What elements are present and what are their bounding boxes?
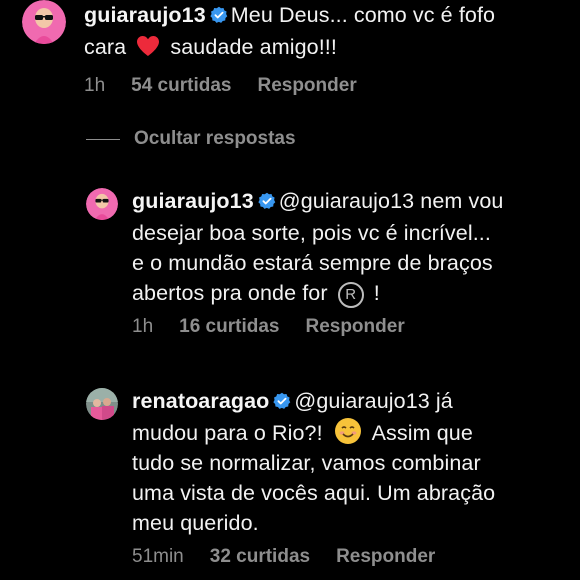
- heart-emoji-icon: [136, 35, 160, 65]
- hide-replies-label[interactable]: Ocultar respostas: [134, 128, 296, 150]
- reply-button[interactable]: Responder: [336, 546, 435, 568]
- reply-time: 1h: [132, 316, 154, 337]
- reply-text: nem vou: [420, 189, 504, 213]
- comment-text: saudade amigo!!!: [170, 35, 337, 59]
- verified-badge-icon: [210, 2, 228, 32]
- reply-text: Assim que: [371, 421, 473, 445]
- reply-text: e o mundão estará sempre de braços: [132, 251, 493, 275]
- reply-text: mudou para o Rio?!: [132, 421, 323, 445]
- hide-replies-toggle[interactable]: Ocultar respostas: [86, 128, 296, 150]
- reply-text: uma vista de vocês aqui. Um abração: [132, 481, 496, 505]
- reply-button[interactable]: Responder: [305, 316, 404, 338]
- reply-text: desejar boa sorte, pois vc é incrível...: [132, 221, 491, 245]
- reply-button[interactable]: Responder: [257, 75, 356, 97]
- reply-text: abertos pra onde for: [132, 281, 328, 305]
- reply-text: meu querido.: [132, 511, 259, 535]
- reply-1: guiaraujo13 @guiaraujo13 nem vou desejar …: [86, 186, 503, 338]
- comment-username[interactable]: guiaraujo13: [84, 3, 206, 27]
- reply-2: renatoaragao @guiaraujo13 já mudou para o…: [86, 386, 495, 568]
- reply-likes[interactable]: 16 curtidas: [179, 316, 279, 338]
- reply-text: tudo se normalizar, vamos combinar: [132, 451, 481, 475]
- comment-likes[interactable]: 54 curtidas: [131, 75, 231, 97]
- avatar[interactable]: [22, 0, 66, 44]
- comment-text: cara: [84, 35, 127, 59]
- avatar[interactable]: [86, 188, 118, 220]
- mention-link[interactable]: @guiaraujo13: [294, 389, 429, 413]
- verified-badge-icon: [273, 388, 291, 418]
- reply-text: !: [373, 281, 380, 305]
- smiling-emoji-icon: [334, 418, 361, 444]
- avatar[interactable]: [86, 388, 118, 420]
- reply-time: 51min: [132, 546, 184, 567]
- reply-likes[interactable]: 32 curtidas: [210, 546, 310, 568]
- reply-username[interactable]: guiaraujo13: [132, 189, 254, 213]
- comment-1: guiaraujo13 Meu Deus... como vc é fofo ca…: [22, 0, 495, 97]
- comment-text: Meu Deus... como vc é fofo: [230, 3, 496, 27]
- reply-text: já: [435, 389, 453, 413]
- verified-badge-icon: [258, 188, 276, 218]
- reply-username[interactable]: renatoaragao: [132, 389, 269, 413]
- comment-time: 1h: [84, 75, 106, 96]
- divider-line: [86, 138, 120, 140]
- mention-link[interactable]: @guiaraujo13: [279, 189, 414, 213]
- registered-icon: R: [337, 282, 364, 308]
